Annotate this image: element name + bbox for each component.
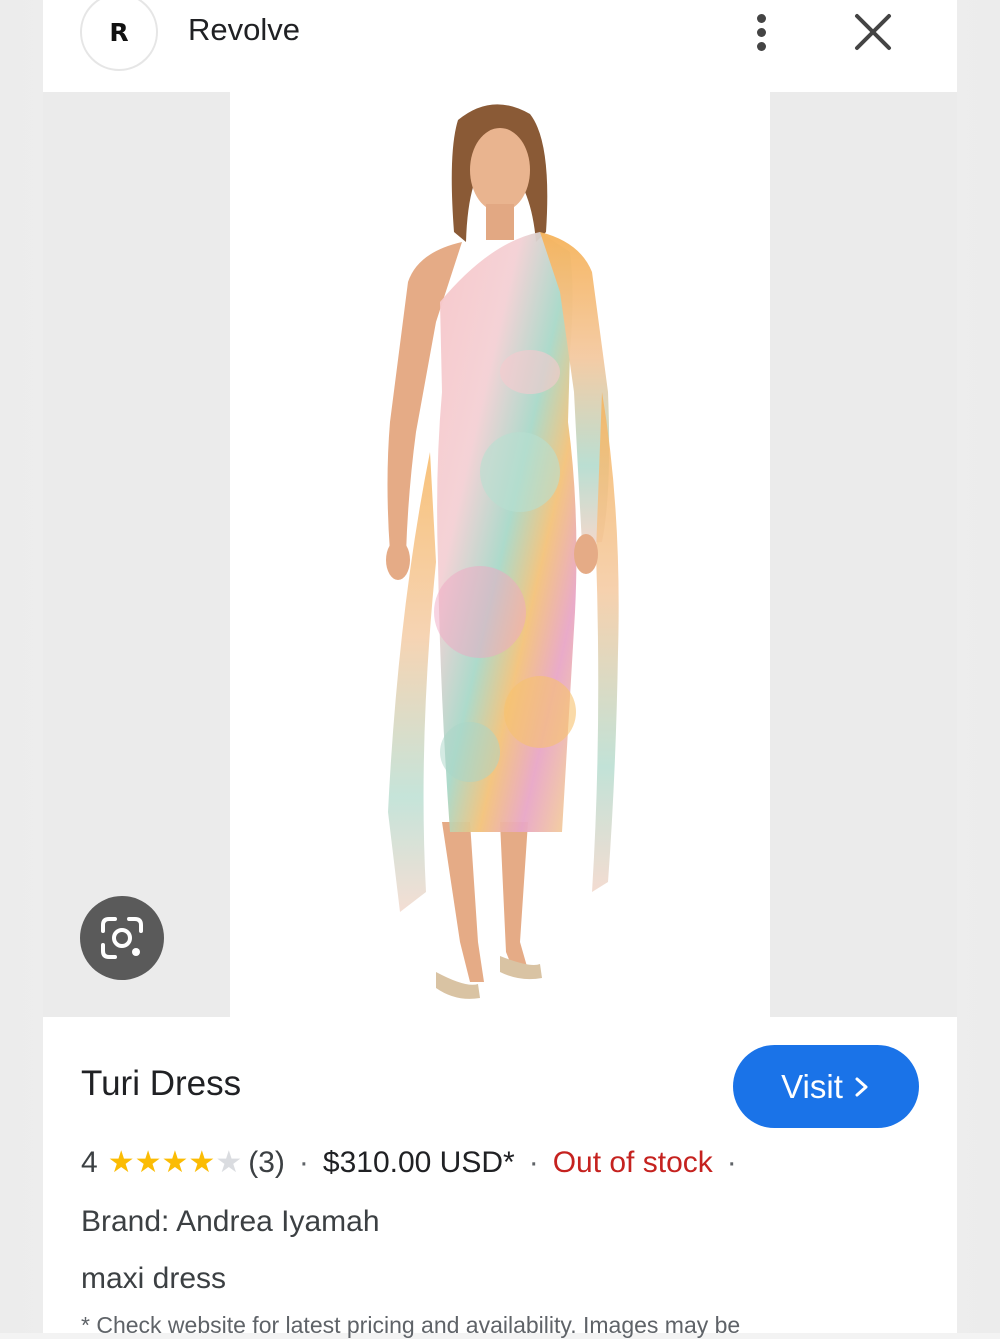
chevron-right-icon [855,1077,868,1096]
visit-button[interactable]: Visit [733,1045,919,1128]
more-vert-icon-dot [756,41,766,51]
visit-button-label: Visit [781,1067,843,1105]
close-button[interactable] [851,10,895,54]
rating-stars: ★ ★ ★ ★ ★ [108,1148,243,1178]
separator-dot: · [298,1146,309,1179]
brand-line: Brand: Andrea Iyamah [81,1205,380,1238]
review-count[interactable]: (3) [248,1146,285,1180]
close-icon [855,14,891,50]
separator-dot: · [726,1146,737,1179]
separator-dot: · [528,1146,539,1179]
product-title: Turi Dress [81,1064,242,1103]
product-category: maxi dress [81,1262,227,1295]
google-lens-icon [101,917,143,959]
product-panel: R Revolve Turi Dress Visit 4 ★ ★ ★ ★ ★ (… [43,0,957,1338]
more-vert-icon-dot [756,27,766,37]
star-icon: ★ [188,1145,216,1180]
image-viewer [43,92,957,1017]
product-image[interactable] [230,92,770,1017]
price: $310.00 USD* [322,1146,515,1179]
pricing-disclaimer: * Check website for latest pricing and a… [81,1312,741,1338]
more-vert-icon-dot [756,13,766,23]
star-icon: ★ [161,1145,189,1180]
rating-value: 4 [81,1146,98,1179]
site-logo-letter: R [109,17,129,47]
star-icon: ★ [107,1145,135,1180]
star-icon: ★ [215,1145,243,1180]
more-options-button[interactable] [743,8,779,56]
product-meta-row: 4 ★ ★ ★ ★ ★ (3) · $310.00 USD* · Out of … [81,1143,751,1183]
star-icon: ★ [134,1145,162,1180]
google-lens-button[interactable] [80,896,164,980]
site-logo[interactable]: R [80,0,158,71]
stock-status: Out of stock [552,1146,713,1179]
dress-illustration [386,104,619,999]
header: R Revolve [43,0,957,92]
site-name[interactable]: Revolve [188,12,300,48]
